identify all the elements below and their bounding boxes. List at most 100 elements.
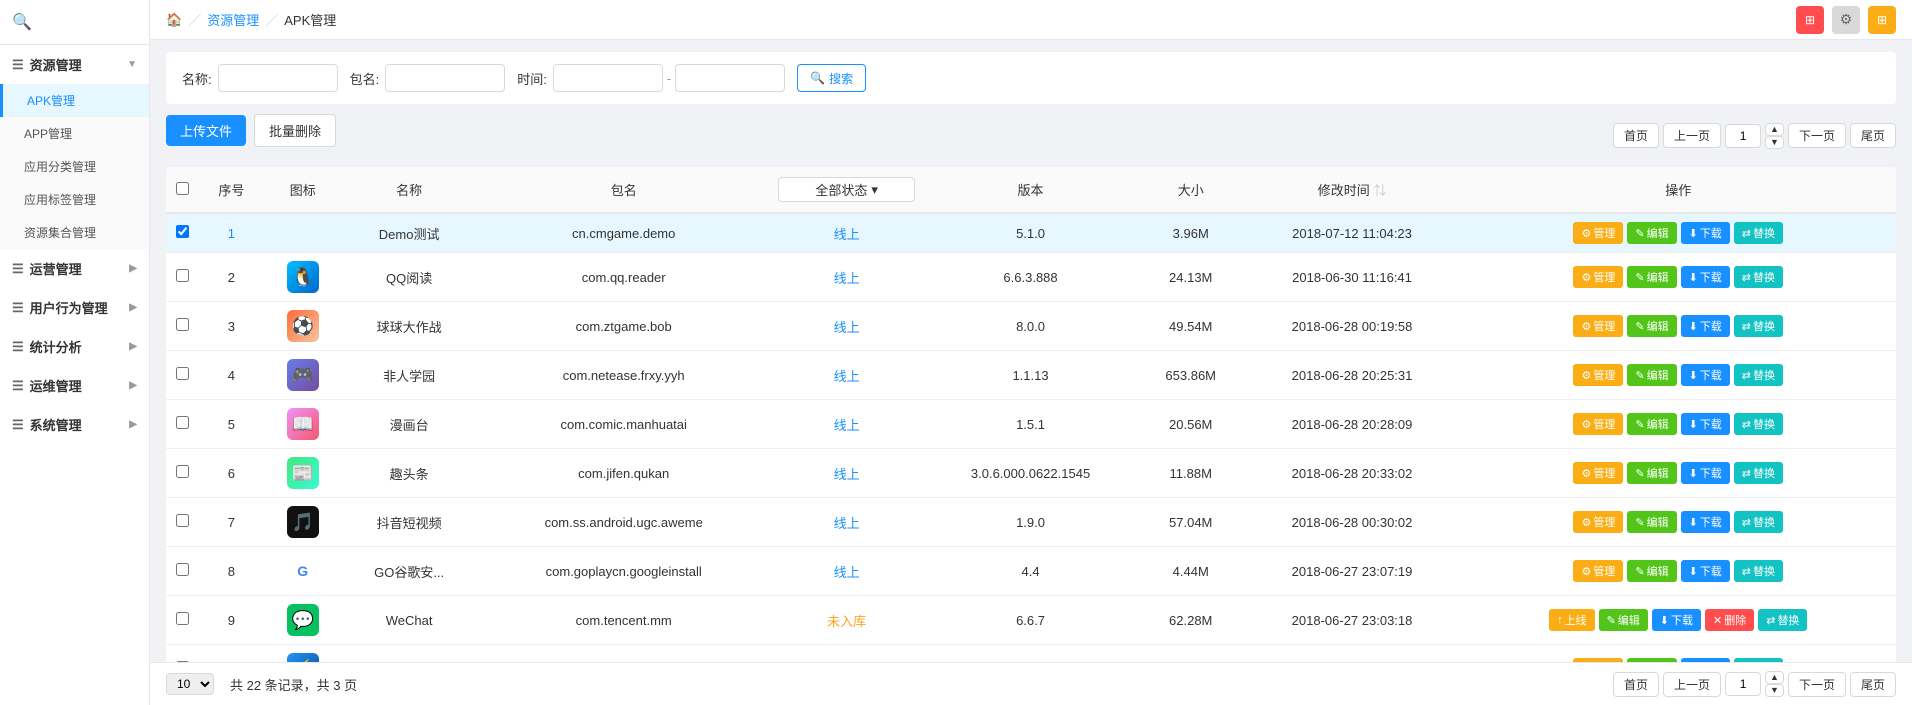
row-checkbox[interactable] bbox=[176, 416, 189, 429]
sidebar-item-apk[interactable]: APK管理 bbox=[0, 84, 149, 117]
upload-button[interactable]: 上传文件 bbox=[166, 115, 246, 146]
sidebar-group-header-resources[interactable]: ☰ 资源管理 ▼ bbox=[0, 45, 149, 84]
sidebar-search-area[interactable]: 🔍 bbox=[0, 0, 149, 45]
action-replace-button[interactable]: ⇄替换 bbox=[1734, 266, 1783, 288]
action-manage-button[interactable]: ⚙管理 bbox=[1573, 364, 1623, 386]
row-checkbox[interactable] bbox=[176, 269, 189, 282]
page-up-bottom[interactable]: ▲ bbox=[1765, 671, 1784, 684]
action-edit-button[interactable]: ✎编辑 bbox=[1627, 315, 1676, 337]
header-icon-grid[interactable]: ⊞ bbox=[1796, 6, 1824, 34]
action-download-button[interactable]: ⬇下载 bbox=[1681, 266, 1730, 288]
page-down-bottom[interactable]: ▼ bbox=[1765, 684, 1784, 697]
th-modified[interactable]: 修改时间 ⇅ bbox=[1244, 167, 1461, 213]
action-manage-button[interactable]: ⚙管理 bbox=[1573, 462, 1623, 484]
action-download-button[interactable]: ⬇下载 bbox=[1681, 222, 1730, 244]
action-manage-button[interactable]: ⚙管理 bbox=[1573, 413, 1623, 435]
sidebar-group-header-system[interactable]: ☰ 系统管理 ▶ bbox=[0, 405, 149, 444]
action-download-button[interactable]: ⬇下载 bbox=[1652, 609, 1701, 631]
action-replace-button[interactable]: ⇄替换 bbox=[1734, 222, 1783, 244]
action-manage-button[interactable]: ⚙管理 bbox=[1573, 560, 1623, 582]
sidebar-item-category[interactable]: 应用分类管理 bbox=[0, 150, 149, 183]
action-buttons: ⚙管理✎编辑⬇下载⇄替换 bbox=[1469, 560, 1889, 582]
action-edit-button[interactable]: ✎编辑 bbox=[1627, 462, 1676, 484]
date-start-input[interactable] bbox=[553, 64, 663, 92]
action-download-button[interactable]: ⬇下载 bbox=[1681, 560, 1730, 582]
action-download-button[interactable]: ⬇下载 bbox=[1681, 511, 1730, 533]
search-icon[interactable]: 🔍 bbox=[12, 14, 32, 31]
action-edit-button[interactable]: ✎编辑 bbox=[1627, 413, 1676, 435]
sidebar-item-tags[interactable]: 应用标签管理 bbox=[0, 183, 149, 216]
action-manage-button[interactable]: ⚙管理 bbox=[1573, 315, 1623, 337]
next-page-top[interactable]: 下一页 bbox=[1788, 123, 1846, 148]
action-edit-button[interactable]: ✎编辑 bbox=[1627, 266, 1676, 288]
row-checkbox[interactable] bbox=[176, 225, 189, 238]
row-size: 11.88M bbox=[1138, 449, 1244, 498]
batch-delete-button[interactable]: 批量删除 bbox=[254, 114, 336, 147]
select-all-checkbox[interactable] bbox=[176, 182, 189, 195]
action-replace-button[interactable]: ⇄替换 bbox=[1734, 462, 1783, 484]
row-checkbox[interactable] bbox=[176, 318, 189, 331]
row-checkbox[interactable] bbox=[176, 563, 189, 576]
sidebar-group-header-stats[interactable]: ☰ 统计分析 ▶ bbox=[0, 327, 149, 366]
sidebar-group-header-ops[interactable]: ☰ 运营管理 ▶ bbox=[0, 249, 149, 288]
action-replace-button[interactable]: ⇄替换 bbox=[1734, 413, 1783, 435]
table-row: 6📰趣头条com.jifen.qukan线上3.0.6.000.0622.154… bbox=[166, 449, 1896, 498]
row-checkbox[interactable] bbox=[176, 514, 189, 527]
action-download-button[interactable]: ⬇下载 bbox=[1681, 315, 1730, 337]
sidebar-group-header-user-behavior[interactable]: ☰ 用户行为管理 ▶ bbox=[0, 288, 149, 327]
sidebar-group-label-devops: 运维管理 bbox=[30, 376, 82, 395]
prev-page-top[interactable]: 上一页 bbox=[1663, 123, 1721, 148]
row-modified: 2018-06-27 23:07:19 bbox=[1244, 547, 1461, 596]
breadcrumb-home-icon[interactable]: 🏠 bbox=[166, 12, 182, 28]
action-manage-button[interactable]: ⚙管理 bbox=[1573, 511, 1623, 533]
breadcrumb-resource[interactable]: 资源管理 bbox=[207, 10, 259, 29]
action-replace-button[interactable]: ⇄替换 bbox=[1734, 364, 1783, 386]
action-replace-button[interactable]: ⇄替换 bbox=[1758, 609, 1807, 631]
header-icon-settings[interactable]: ⚙ bbox=[1832, 6, 1860, 34]
page-down-top[interactable]: ▼ bbox=[1765, 136, 1784, 149]
table-row: 7🎵抖音短视频com.ss.android.ugc.aweme线上1.9.057… bbox=[166, 498, 1896, 547]
sidebar-item-collection[interactable]: 资源集合管理 bbox=[0, 216, 149, 249]
action-delete-button[interactable]: ✕删除 bbox=[1705, 609, 1754, 631]
action-manage-button[interactable]: ⚙管理 bbox=[1573, 266, 1623, 288]
action-edit-button[interactable]: ✎编辑 bbox=[1627, 364, 1676, 386]
action-replace-button[interactable]: ⇄替换 bbox=[1734, 560, 1783, 582]
name-input[interactable] bbox=[218, 64, 338, 92]
page-number-top[interactable] bbox=[1725, 124, 1761, 148]
prev-page-bottom[interactable]: 上一页 bbox=[1663, 672, 1721, 697]
sidebar-group-header-devops[interactable]: ☰ 运维管理 ▶ bbox=[0, 366, 149, 405]
page-number-bottom[interactable] bbox=[1725, 672, 1761, 696]
last-page-top[interactable]: 尾页 bbox=[1850, 123, 1896, 148]
action-download-button[interactable]: ⬇下载 bbox=[1681, 462, 1730, 484]
action-edit-button[interactable]: ✎编辑 bbox=[1599, 609, 1648, 631]
replace-icon: ⇄ bbox=[1742, 516, 1751, 529]
action-manage-button[interactable]: ⚙管理 bbox=[1573, 222, 1623, 244]
header-icon-extra[interactable]: ⊞ bbox=[1868, 6, 1896, 34]
row-actions: ⚙管理✎编辑⬇下载⇄替换 bbox=[1461, 213, 1897, 253]
action-edit-button[interactable]: ✎编辑 bbox=[1627, 222, 1676, 244]
first-page-bottom[interactable]: 首页 bbox=[1613, 672, 1659, 697]
next-page-bottom[interactable]: 下一页 bbox=[1788, 672, 1846, 697]
page-size-select[interactable]: 10 20 50 bbox=[166, 673, 214, 695]
action-replace-button[interactable]: ⇄替换 bbox=[1734, 511, 1783, 533]
action-download-button[interactable]: ⬇下载 bbox=[1681, 364, 1730, 386]
first-page-top[interactable]: 首页 bbox=[1613, 123, 1659, 148]
search-button[interactable]: 🔍 搜索 bbox=[797, 64, 866, 92]
action-edit-button[interactable]: ✎编辑 bbox=[1627, 560, 1676, 582]
action-replace-button[interactable]: ⇄替换 bbox=[1734, 315, 1783, 337]
action-edit-button[interactable]: ✎编辑 bbox=[1627, 511, 1676, 533]
date-end-input[interactable] bbox=[675, 64, 785, 92]
search-btn-label: 搜索 bbox=[829, 70, 853, 87]
action-online-button[interactable]: ↑上线 bbox=[1549, 609, 1595, 631]
action-download-button[interactable]: ⬇下载 bbox=[1681, 413, 1730, 435]
sidebar-item-app[interactable]: APP管理 bbox=[0, 117, 149, 150]
pkg-input[interactable] bbox=[385, 64, 505, 92]
last-page-bottom[interactable]: 尾页 bbox=[1850, 672, 1896, 697]
th-status[interactable]: 全部状态 ▾ bbox=[770, 167, 923, 213]
row-checkbox[interactable] bbox=[176, 465, 189, 478]
row-checkbox[interactable] bbox=[176, 367, 189, 380]
row-status: 线上 bbox=[770, 351, 923, 400]
row-checkbox[interactable] bbox=[176, 612, 189, 625]
page-up-top[interactable]: ▲ bbox=[1765, 123, 1784, 136]
row-package: com.goplaycn.googleinstall bbox=[477, 547, 770, 596]
